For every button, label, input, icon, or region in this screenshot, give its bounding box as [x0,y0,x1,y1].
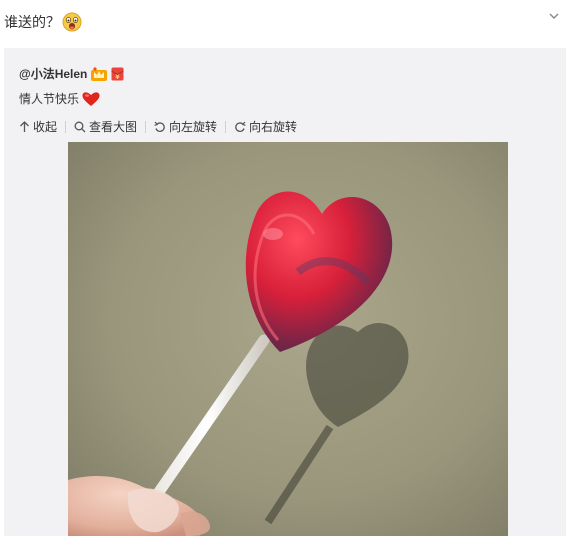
view-large-label: 查看大图 [89,120,138,134]
repost-text: 情人节快乐 [19,92,80,106]
search-icon [74,121,86,132]
toolbar-divider [145,120,147,133]
post-text: 谁送的？ [4,14,60,30]
repost-text-line: 情人节快乐 [19,90,100,107]
red-envelope-icon[interactable]: ¥ [111,67,125,81]
toolbar-divider [225,120,227,133]
vip-crown-icon[interactable] [91,66,108,81]
author-link[interactable]: @小法Helen [19,65,87,82]
view-large-button[interactable]: 查看大图 [74,118,145,135]
heart-icon [82,91,100,106]
rotate-left-icon [154,121,165,132]
collapse-label: 收起 [33,120,58,134]
rotate-left-button[interactable]: 向左旋转 [154,118,225,135]
post-text-line: 谁送的？ [4,12,82,32]
image-toolbar: 收起 查看大图 向左旋转 向右旋转 [19,118,305,135]
repost-card: @小法Helen ¥ 情人节快乐 收起 查看大图 向左旋转 向右旋转 [4,48,566,536]
arrow-up-icon [20,120,29,132]
repost-author-line: @小法Helen ¥ [19,65,125,82]
collapse-button[interactable]: 收起 [19,118,65,135]
rotate-right-button[interactable]: 向右旋转 [234,118,305,135]
lollipop-photo[interactable] [68,142,508,536]
toolbar-divider [65,120,67,133]
rotate-right-label: 向右旋转 [249,120,298,134]
chevron-down-icon[interactable] [548,10,560,22]
rotate-left-label: 向左旋转 [169,120,218,134]
rotate-right-icon [235,121,246,132]
surprised-face-icon [62,12,82,32]
